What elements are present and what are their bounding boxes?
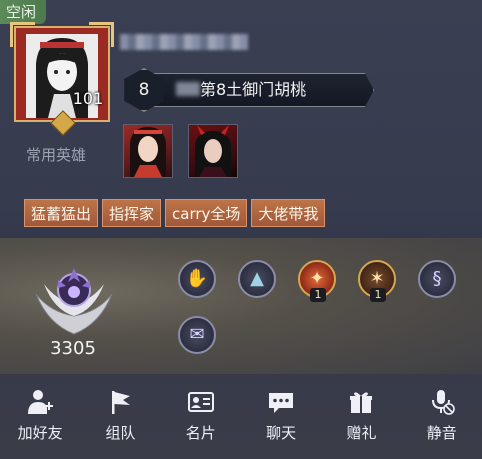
common-heroes-label: 常用英雄 xyxy=(26,146,87,164)
rank-tier-number: 8 xyxy=(138,80,150,100)
tag-item: 指挥家 xyxy=(102,199,162,227)
swirl-spirit-icon[interactable]: § xyxy=(418,260,456,298)
achievements-panel: 3305 ✋ ▲ ✦ 1 ✶ 1 § ✉ xyxy=(0,238,482,374)
triangle-gems-icon[interactable]: ▲ xyxy=(238,260,276,298)
flag-icon xyxy=(112,391,131,414)
mute-button[interactable]: 静音 xyxy=(408,380,476,443)
add-friend-label: 加好友 xyxy=(17,424,63,442)
player-profile-card: 空闲 101 8 第8土御门胡桃 常用英雄 猛蓄猛出 指挥家 carry全场 大… xyxy=(0,0,482,459)
chat-button[interactable]: 聊天 xyxy=(247,380,315,443)
rank-title-redacted xyxy=(176,82,200,96)
rank-plate: 8 第8土御门胡桃 xyxy=(122,68,378,112)
badge-count: 1 xyxy=(370,288,386,302)
player-name-redacted xyxy=(120,34,248,50)
player-tags: 猛蓄猛出 指挥家 carry全场 大佬带我 xyxy=(24,199,326,227)
add-friend-button[interactable]: 加好友 xyxy=(6,380,74,443)
chat-label: 聊天 xyxy=(266,424,297,442)
hero-hand-icon[interactable]: ✋ xyxy=(178,260,216,298)
add-friend-icon xyxy=(28,390,54,414)
team-up-button[interactable]: 组队 xyxy=(86,380,154,443)
tag-item: 猛蓄猛出 xyxy=(24,199,99,227)
team-up-label: 组队 xyxy=(105,424,136,442)
tag-item: carry全场 xyxy=(165,199,248,227)
chat-icon xyxy=(269,393,294,413)
badge-count: 1 xyxy=(310,288,326,302)
mute-label: 静音 xyxy=(426,424,457,442)
hero-portrait-2[interactable] xyxy=(188,124,238,178)
profile-card-button[interactable]: 名片 xyxy=(167,380,235,443)
mvp-flame-icon[interactable]: ✦ 1 xyxy=(298,260,336,302)
mvp-star-icon[interactable]: ✶ 1 xyxy=(358,260,396,302)
mute-mic-icon xyxy=(431,390,455,415)
gift-label: 赠礼 xyxy=(346,424,377,442)
rank-title: 第8土御门胡桃 xyxy=(200,80,307,99)
scroll-icon[interactable]: ✉ xyxy=(178,316,216,354)
player-avatar[interactable]: 101 xyxy=(10,22,114,136)
tag-item: 大佬带我 xyxy=(251,199,326,227)
gift-icon xyxy=(350,392,373,413)
profile-card-label: 名片 xyxy=(185,424,216,442)
status-badge: 空闲 xyxy=(0,0,47,24)
card-icon xyxy=(187,392,214,412)
hero-portrait-1[interactable] xyxy=(123,124,173,178)
rank-emblem-icon[interactable] xyxy=(28,254,120,342)
rank-score: 3305 xyxy=(50,338,96,359)
action-bar: 加好友 组队 名片 聊天 赠礼 静音 xyxy=(0,380,482,459)
gift-button[interactable]: 赠礼 xyxy=(327,380,395,443)
player-level: 101 xyxy=(72,89,104,108)
